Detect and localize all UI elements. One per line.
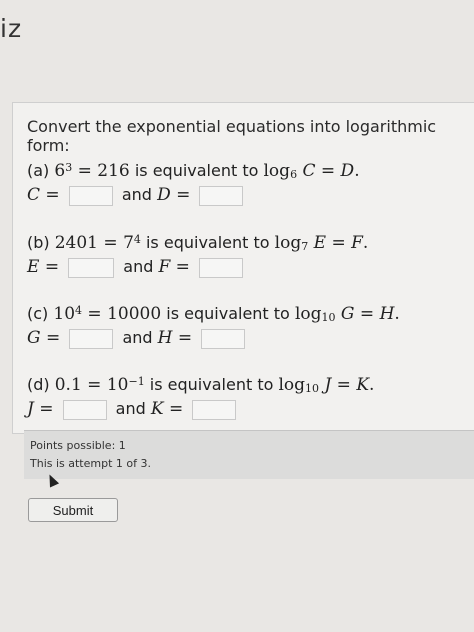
answer-input-e[interactable] — [68, 257, 115, 278]
var1-symbol: J — [324, 375, 332, 395]
base: 10 — [106, 375, 129, 395]
and-label: and — [122, 328, 153, 347]
value: 0.1 — [54, 375, 82, 395]
and-label: and — [123, 257, 154, 276]
answer-input-h[interactable] — [201, 328, 246, 349]
part-a: (a) 63 = 216 is equivalent to log6 C = D… — [27, 161, 360, 206]
answer-input-g[interactable] — [69, 328, 114, 349]
submit-button[interactable]: Submit — [28, 498, 118, 522]
attempt-info: This is attempt 1 of 3. — [30, 457, 151, 470]
and-label: and — [115, 399, 146, 418]
part-label: (c) — [27, 304, 49, 323]
answer-input-d[interactable] — [199, 185, 244, 206]
question-card: Convert the exponential equations into l… — [12, 102, 474, 434]
value: 2401 — [54, 233, 98, 253]
points-info: Points possible: 1 This is attempt 1 of … — [24, 430, 474, 479]
exponent: 4 — [133, 233, 141, 246]
equivalence-text: is equivalent to — [166, 304, 290, 323]
log-base: 6 — [290, 168, 298, 181]
answer-label-1: J — [27, 399, 34, 419]
value: 216 — [97, 161, 130, 181]
base: 6 — [54, 161, 66, 181]
equivalence-text: is equivalent to — [149, 375, 274, 394]
var2-symbol: D — [340, 161, 355, 181]
part-label: (b) — [27, 233, 50, 252]
question-prompt: Convert the exponential equations into l… — [27, 117, 437, 155]
part-label: (a) — [27, 161, 50, 180]
var2-symbol: F — [351, 233, 363, 253]
answer-label-2: F — [158, 257, 171, 277]
answer-label-2: D — [157, 185, 171, 205]
value: 10000 — [107, 304, 162, 324]
base: 10 — [53, 304, 76, 324]
exponent: −1 — [128, 375, 145, 388]
var1-symbol: E — [313, 233, 327, 253]
var2-symbol: H — [379, 304, 395, 324]
equivalence-text: is equivalent to — [134, 161, 259, 180]
var1-symbol: G — [340, 304, 355, 324]
log-base: 10 — [321, 311, 336, 324]
answer-input-j[interactable] — [62, 399, 107, 420]
part-label: (d) — [27, 375, 50, 394]
var2-symbol: K — [356, 375, 370, 395]
answer-label-2: K — [150, 399, 164, 419]
base: 7 — [123, 233, 134, 253]
answer-input-f[interactable] — [199, 257, 244, 278]
answer-label-2: H — [157, 328, 173, 348]
answer-label-1: G — [27, 328, 41, 348]
points-possible: Points possible: 1 — [30, 439, 126, 452]
and-label: and — [121, 185, 152, 204]
part-c: (c) 104 = 10000 is equivalent to log10 G… — [27, 304, 400, 349]
part-b: (b) 2401 = 74 is equivalent to log7 E = … — [27, 233, 369, 278]
part-d: (d) 0.1 = 10−1 is equivalent to log10 J … — [27, 375, 375, 420]
exponent: 4 — [75, 304, 83, 317]
equivalence-text: is equivalent to — [145, 233, 270, 252]
log-base: 7 — [301, 240, 309, 253]
answer-input-k[interactable] — [192, 399, 237, 420]
page-title: iz — [0, 14, 23, 43]
answer-input-c[interactable] — [68, 185, 113, 206]
var1-symbol: C — [302, 161, 316, 181]
answer-label-1: C — [27, 185, 41, 205]
answer-label-1: E — [27, 257, 40, 277]
exponent: 3 — [65, 161, 73, 174]
log-base: 10 — [305, 382, 320, 395]
